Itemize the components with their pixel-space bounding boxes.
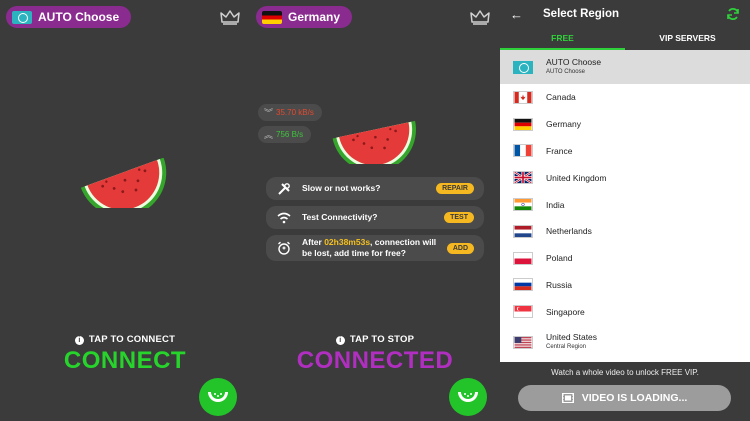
chevron-up-icon: ︽: [264, 130, 273, 140]
region-row-france[interactable]: France: [500, 138, 750, 165]
download-speed: 35.70 kB/s: [276, 108, 314, 117]
connected-status[interactable]: CONNECTED: [250, 347, 500, 375]
back-arrow-icon[interactable]: ←: [510, 7, 523, 22]
watermelon-logo[interactable]: [330, 116, 422, 164]
refresh-icon[interactable]: [726, 7, 740, 21]
app-bar: ← Select Region: [500, 0, 750, 28]
region-row-auto-choose[interactable]: AUTO Choose AUTO Choose: [500, 50, 750, 84]
add-time-text: After 02h38m53s, connection will be lost…: [302, 237, 437, 258]
info-icon: i: [335, 336, 345, 345]
globe-icon: [12, 10, 32, 24]
usa-flag-icon: [513, 335, 533, 349]
watermelon-fab[interactable]: [199, 378, 237, 416]
crown-icon[interactable]: [470, 9, 490, 25]
crown-icon[interactable]: [220, 9, 240, 25]
watermelon-icon: [208, 392, 228, 402]
region-tabs: FREE VIP SERVERS: [500, 28, 750, 50]
upload-speed-chip: ︽ 756 B/s: [258, 126, 312, 143]
watermelon-logo[interactable]: [78, 158, 174, 208]
tab-free[interactable]: FREE: [500, 28, 625, 50]
germany-flag-icon: [262, 10, 282, 24]
uk-flag-icon: [513, 171, 533, 185]
repair-button[interactable]: REPAIR: [436, 183, 474, 194]
watch-video-button[interactable]: VIDEO IS LOADING...: [518, 385, 731, 411]
region-row-united-kingdom[interactable]: United Kingdom: [500, 164, 750, 191]
alarm-clock-icon: [276, 240, 292, 256]
singapore-flag-icon: [513, 305, 533, 319]
watermelon-icon: [458, 392, 478, 402]
page-title: Select Region: [543, 8, 620, 20]
canada-flag-icon: [513, 90, 533, 104]
region-row-netherlands[interactable]: Netherlands: [500, 218, 750, 245]
region-row-canada[interactable]: Canada: [500, 84, 750, 111]
test-button[interactable]: TEST: [444, 212, 474, 223]
region-label: Germany: [288, 10, 341, 24]
download-speed-chip: ︾ 35.70 kB/s: [258, 104, 322, 121]
repair-text: Slow or not works?: [302, 183, 381, 193]
repair-card: Slow or not works? REPAIR: [266, 177, 484, 200]
france-flag-icon: [513, 144, 533, 158]
watermelon-fab[interactable]: [449, 378, 487, 416]
chevron-down-icon: ︾: [264, 108, 273, 118]
tap-hint: i TAP TO STOP: [250, 334, 500, 345]
region-row-india[interactable]: India: [500, 191, 750, 218]
test-card: Test Connectivity? TEST: [266, 206, 484, 229]
region-selector[interactable]: Germany: [256, 6, 353, 28]
region-label: AUTO Choose: [38, 10, 120, 24]
region-row-russia[interactable]: Russia: [500, 272, 750, 299]
connected-screen: Germany ︾ 35.70 kB/s ︽ 756 B/s Slow or n…: [250, 0, 500, 421]
connect-status[interactable]: CONNECT: [0, 347, 250, 375]
region-row-singapore[interactable]: Singapore: [500, 298, 750, 325]
region-row-germany[interactable]: Germany: [500, 111, 750, 138]
film-icon: [561, 393, 574, 403]
add-time-card: After 02h38m53s, connection will be lost…: [266, 235, 484, 261]
germany-flag-icon: [513, 117, 533, 131]
test-text: Test Connectivity?: [302, 212, 378, 222]
unlock-message: Watch a whole video to unlock FREE VIP.: [551, 368, 699, 377]
wifi-icon: [276, 210, 292, 226]
poland-flag-icon: [513, 251, 533, 265]
netherlands-flag-icon: [513, 224, 533, 238]
region-row-poland[interactable]: Poland: [500, 245, 750, 272]
region-row-united-states[interactable]: United States Central Region: [500, 325, 750, 360]
region-list: AUTO Choose AUTO Choose Canada Germany Fr…: [500, 50, 750, 360]
india-flag-icon: [513, 198, 533, 212]
info-icon: i: [74, 336, 84, 345]
tools-icon: [276, 181, 292, 197]
upload-speed: 756 B/s: [276, 130, 304, 139]
connect-screen: AUTO Choose i TAP TO CONNECT CONNECT: [0, 0, 250, 421]
tap-hint: i TAP TO CONNECT: [0, 334, 250, 345]
vip-unlock-panel: Watch a whole video to unlock FREE VIP. …: [500, 362, 750, 421]
tab-vip-servers[interactable]: VIP SERVERS: [625, 28, 750, 50]
select-region-screen: ← Select Region FREE VIP SERVERS AUTO Ch…: [500, 0, 750, 421]
add-time-button[interactable]: ADD: [446, 242, 474, 254]
region-selector[interactable]: AUTO Choose: [6, 6, 132, 28]
russia-flag-icon: [513, 278, 533, 292]
globe-icon: [513, 60, 533, 74]
